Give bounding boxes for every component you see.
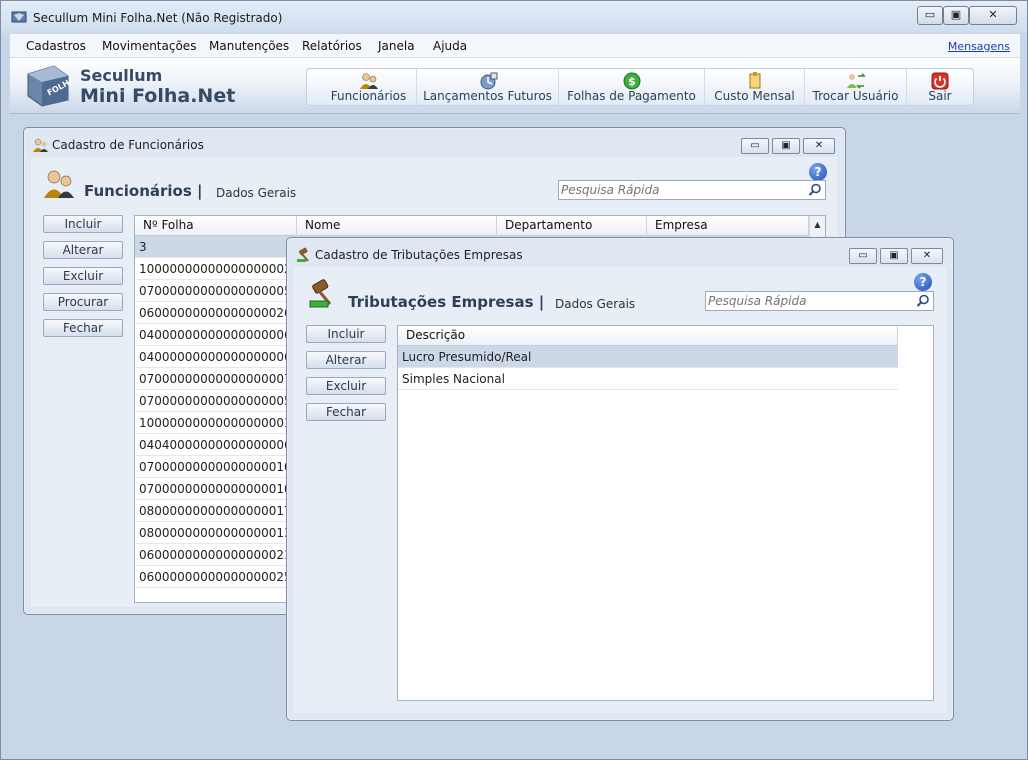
toolbar-funcionarios-button[interactable]: Funcionários [321,69,417,107]
toolbar-band: FOLHA Secullum Mini Folha.Net Funcionári… [10,58,1020,114]
table-row[interactable]: Simples Nacional [398,368,898,390]
app-logo-icon [11,11,27,23]
app-window: Secullum Mini Folha.Net (Não Registrado)… [0,0,1028,760]
tributacoes-incluir-button[interactable]: Incluir [306,325,386,343]
brand-mini-folha: Mini Folha.Net [80,85,236,107]
switch-user-icon [846,73,866,89]
employees-maximize-button[interactable]: ▣ [772,138,800,154]
employees-alterar-button[interactable]: Alterar [43,241,123,259]
tributacoes-search[interactable] [705,291,934,311]
tributacoes-section-title: Tributações Empresas | [348,293,545,311]
employees-window-title: Cadastro de Funcionários [52,138,204,152]
menu-relatorios[interactable]: Relatórios [302,39,362,53]
table-row[interactable]: Lucro Presumido/Real [398,346,898,368]
employees-incluir-button[interactable]: Incluir [43,215,123,233]
col-n-folha[interactable]: Nº Folha [135,216,297,236]
menu-ajuda[interactable]: Ajuda [433,39,467,53]
tributacoes-body: Tributações Empresas | Dados Gerais ? In… [294,267,946,713]
employees-section-subtitle: Dados Gerais [216,186,297,200]
employees-search-input[interactable] [561,182,803,198]
employees-minimize-button[interactable]: ▭ [741,138,769,154]
col-descricao[interactable]: Descrição [398,326,898,346]
tributacoes-help-icon[interactable]: ? [914,273,932,291]
employees-close-button[interactable]: ✕ [803,138,835,154]
tributacoes-window: Cadastro de Tributações Empresas ▭ ▣ ✕ T… [286,237,954,721]
svg-text:$: $ [628,75,636,88]
menu-cadastros[interactable]: Cadastros [26,39,86,53]
power-icon [931,72,949,90]
employees-help-icon[interactable]: ? [809,163,827,181]
tributacoes-minimize-button[interactable]: ▭ [849,248,877,264]
employees-icon [33,138,48,152]
menu-bar: Cadastros Movimentações Manutenções Rela… [10,34,1020,58]
employees-grid-header: Nº Folha Nome Departamento Empresa [135,216,809,236]
mdi-workspace: Cadastro de Funcionários ▭ ▣ ✕ Funcionár… [10,114,1020,749]
employees-excluir-button[interactable]: Excluir [43,267,123,285]
title-bar: Secullum Mini Folha.Net (Não Registrado)… [1,1,1027,33]
future-entries-icon [480,72,497,90]
tributacoes-grid-header: Descrição [398,326,898,346]
payroll-dollar-icon: $ [623,72,640,90]
tributacoes-search-input[interactable] [708,293,911,309]
main-toolbar: Funcionários Lançamentos Futuros $ Folha… [306,68,974,107]
messages-link[interactable]: Mensagens [948,40,1010,53]
search-icon[interactable] [916,294,930,308]
folha-logo-icon: FOLHA [27,65,72,107]
monthly-cost-icon [749,72,760,89]
scroll-up-icon[interactable]: ▲ [810,216,825,234]
toolbar-sair-button[interactable]: Sair [907,69,973,107]
employees-icon [359,73,378,89]
tributacoes-section-subtitle: Dados Gerais [555,297,636,311]
toolbar-lancamentos-button[interactable]: Lançamentos Futuros [417,69,559,107]
gavel-icon [297,247,309,262]
toolbar-custo-mensal-button[interactable]: Custo Mensal [705,69,805,107]
toolbar-trocar-usuario-button[interactable]: Trocar Usuário [805,69,907,107]
tributacoes-maximize-button[interactable]: ▣ [880,248,908,264]
close-button[interactable]: ✕ [969,6,1017,25]
search-icon[interactable] [808,183,822,197]
menu-janela[interactable]: Janela [378,39,415,53]
tributacoes-grid[interactable]: Descrição Lucro Presumido/Real Simples Na… [397,325,934,701]
minimize-button[interactable]: ▭ [917,6,943,25]
employees-procurar-button[interactable]: Procurar [43,293,123,311]
col-departamento[interactable]: Departamento [497,216,647,236]
menu-manutencoes[interactable]: Manutenções [209,39,289,53]
brand-secullum: Secullum [80,66,163,85]
employees-search[interactable] [558,180,826,200]
col-nome[interactable]: Nome [297,216,497,236]
gavel-large-icon [309,279,332,308]
tributacoes-fechar-button[interactable]: Fechar [306,403,386,421]
employees-large-icon [44,170,74,198]
tributacoes-window-title: Cadastro de Tributações Empresas [315,248,523,262]
window-title: Secullum Mini Folha.Net (Não Registrado) [33,11,283,25]
maximize-button[interactable]: ▣ [943,6,969,25]
menu-movimentacoes[interactable]: Movimentações [102,39,196,53]
col-empresa[interactable]: Empresa [647,216,809,236]
employees-fechar-button[interactable]: Fechar [43,319,123,337]
toolbar-folhas-button[interactable]: $ Folhas de Pagamento [559,69,705,107]
employees-section-title: Funcionários | [84,182,203,200]
tributacoes-alterar-button[interactable]: Alterar [306,351,386,369]
tributacoes-close-button[interactable]: ✕ [911,248,943,264]
tributacoes-excluir-button[interactable]: Excluir [306,377,386,395]
